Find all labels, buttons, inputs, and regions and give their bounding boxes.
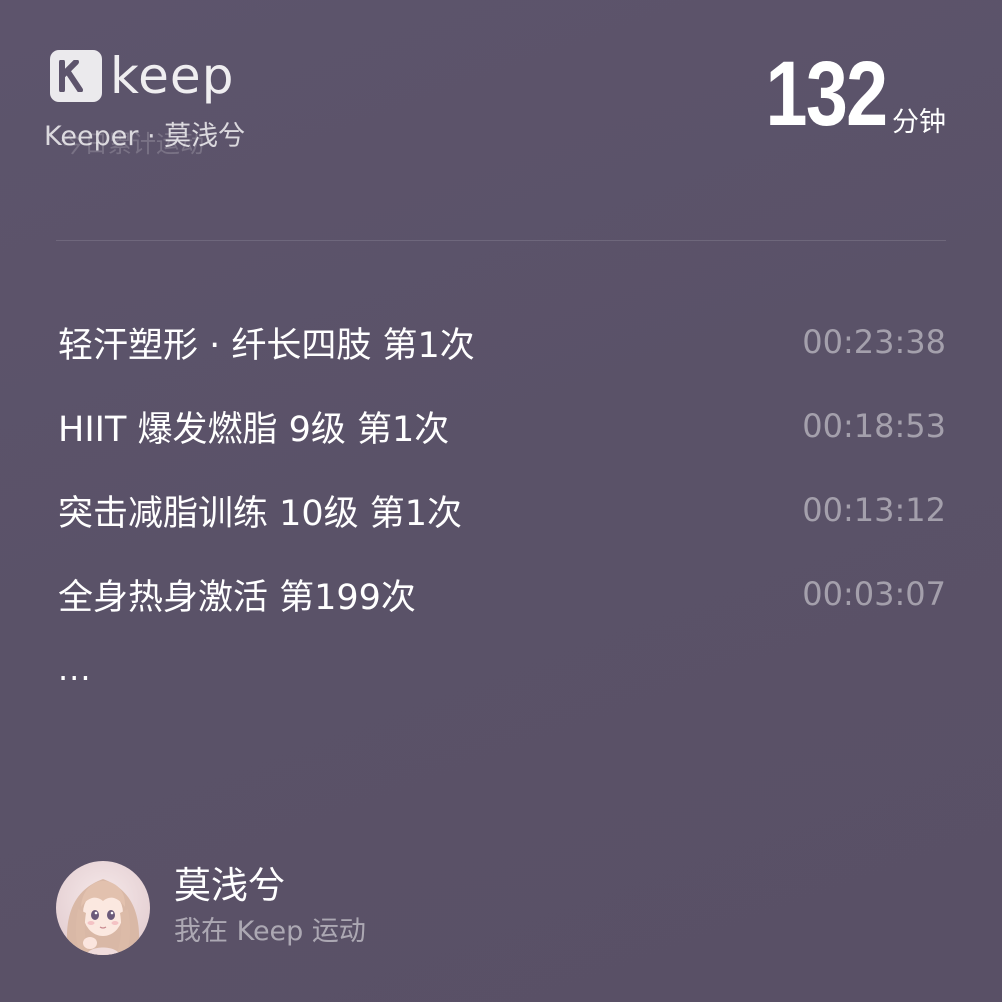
workout-list: 轻汗塑形 · 纤长四肢 第1次 00:23:38 HIIT 爆发燃脂 9级 第1… — [58, 300, 946, 636]
total-duration: 132 分钟 — [739, 43, 946, 145]
divider — [56, 240, 946, 241]
keeper-label: Keeper · 莫浅兮 — [44, 121, 246, 152]
workout-title: 轻汗塑形 · 纤长四肢 第1次 — [58, 325, 475, 366]
total-value: 132 — [765, 43, 888, 145]
user-text: 莫浅兮 我在 Keep 运动 — [174, 864, 366, 952]
workout-title: 突击减脂训练 10级 第1次 — [58, 493, 463, 534]
list-item: 突击减脂训练 10级 第1次 00:13:12 — [58, 468, 946, 552]
keep-logo-text: keep — [110, 47, 235, 105]
list-item: HIIT 爆发燃脂 9级 第1次 00:18:53 — [58, 384, 946, 468]
user-subtitle: 我在 Keep 运动 — [174, 916, 366, 947]
keep-logo: keep — [50, 47, 270, 108]
workout-duration: 00:23:38 — [802, 323, 946, 361]
user-name: 莫浅兮 — [174, 864, 285, 907]
avatar — [56, 861, 150, 955]
list-item: 轻汗塑形 · 纤长四肢 第1次 00:23:38 — [58, 300, 946, 384]
avatar-anime-girl-icon — [56, 861, 150, 955]
workout-title: HIIT 爆发燃脂 9级 第1次 — [58, 409, 450, 450]
workout-duration: 00:18:53 — [802, 407, 946, 445]
share-card: keep 今日累计运动 Keeper · 莫浅兮 132 分钟 轻汗塑形 · 纤… — [0, 0, 1002, 1002]
list-item: 全身热身激活 第199次 00:03:07 — [58, 552, 946, 636]
workout-duration: 00:03:07 — [802, 575, 946, 613]
workout-duration: 00:13:12 — [802, 491, 946, 529]
more-indicator: ... — [58, 650, 92, 688]
total-unit: 分钟 — [892, 107, 946, 138]
workout-title: 全身热身激活 第199次 — [58, 577, 416, 618]
keep-logo-icon — [50, 50, 102, 102]
user-info: 莫浅兮 我在 Keep 运动 — [56, 860, 366, 956]
